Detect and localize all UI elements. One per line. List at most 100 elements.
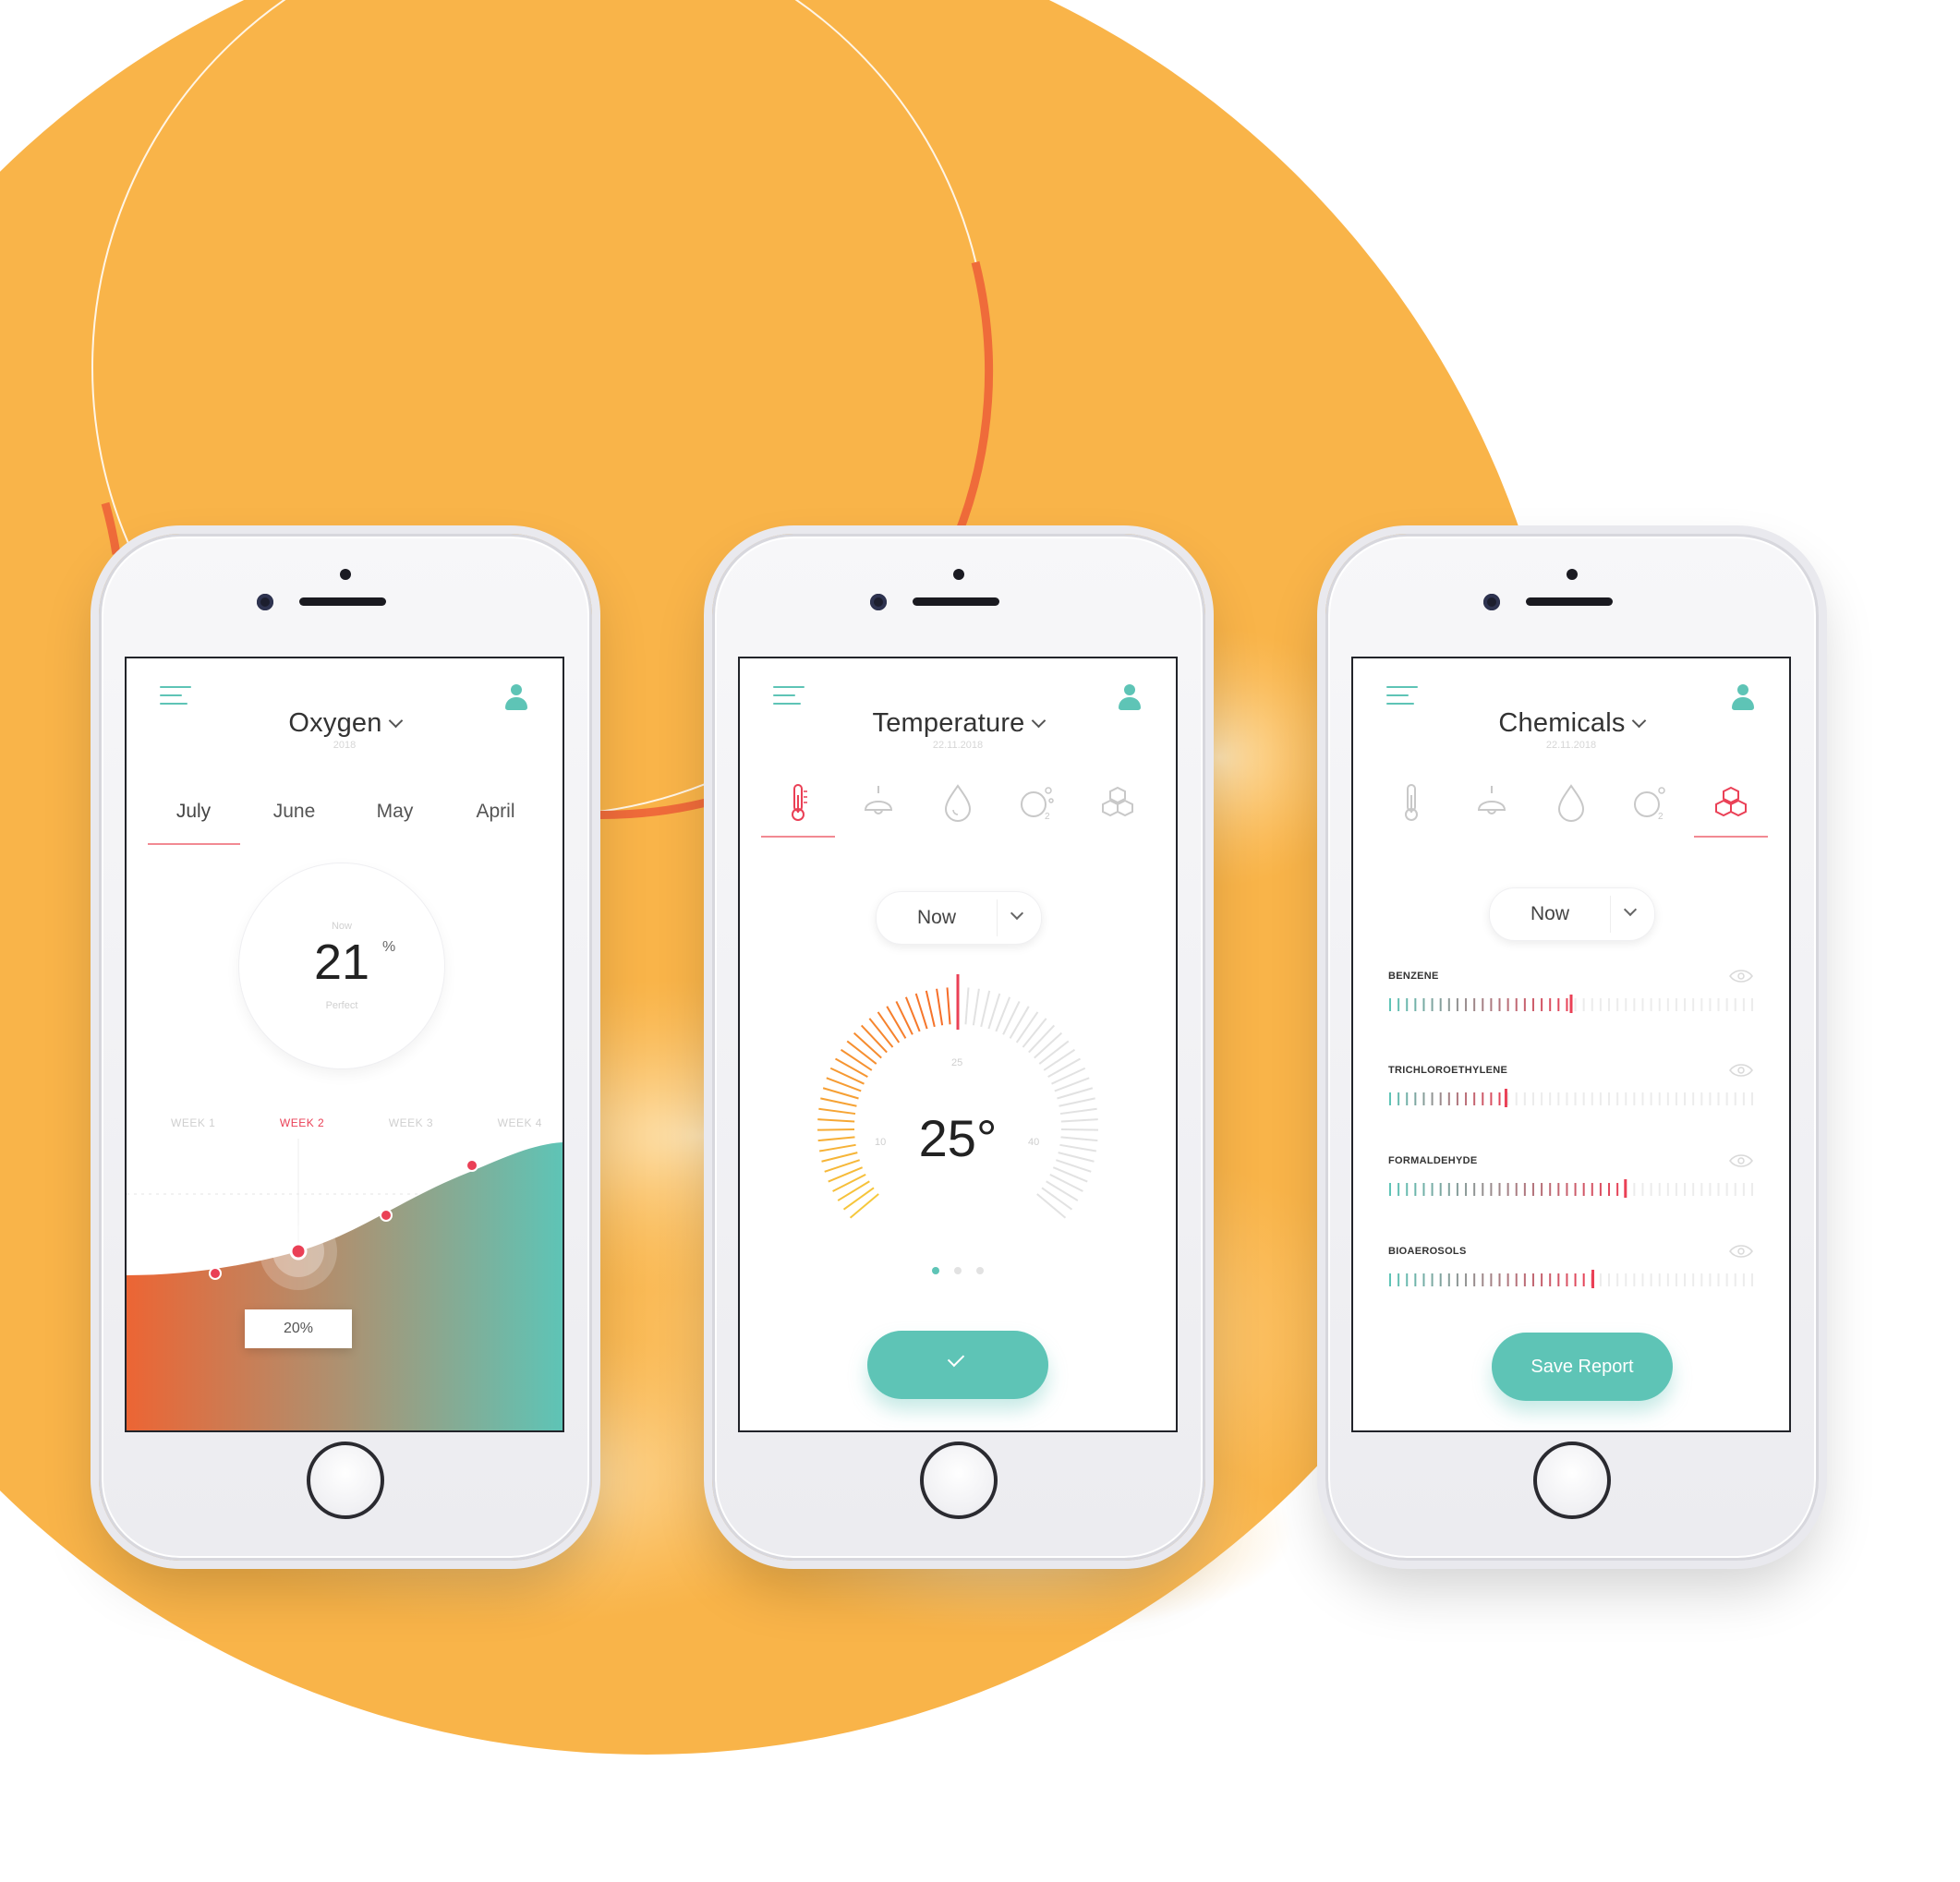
- chemical-name: FORMALDEHYDE: [1388, 1155, 1478, 1166]
- tab-week-4[interactable]: WEEK 4: [498, 1116, 542, 1129]
- chemical-name: BENZENE: [1388, 971, 1439, 982]
- dial-tick: [886, 1006, 907, 1039]
- tab-co2[interactable]: 2: [1614, 775, 1688, 838]
- dial-tick: [1034, 1031, 1063, 1059]
- thermometer-icon: [792, 784, 808, 821]
- co2-icon: 2: [1021, 787, 1055, 822]
- week-tabs: WEEK 1 WEEK 2 WEEK 3 WEEK 4: [171, 1116, 542, 1129]
- title-block: Temperature 22.11.2018: [740, 708, 1176, 751]
- eye-icon[interactable]: [1728, 1244, 1754, 1259]
- tab-co2[interactable]: 2: [1000, 775, 1074, 838]
- tab-week-2[interactable]: WEEK 2: [280, 1116, 324, 1129]
- dial-tick: [877, 1011, 901, 1044]
- chemicals-screen: Chemicals 22.11.2018 2 Now BENZENE TRICH…: [1351, 657, 1791, 1432]
- chart-point: [209, 1267, 222, 1280]
- lamp-icon: [864, 786, 892, 814]
- phone-chemicals: Chemicals 22.11.2018 2 Now BENZENE TRICH…: [1325, 534, 1819, 1561]
- dial-tick: [1036, 1193, 1067, 1219]
- humidity-drop-icon: [1557, 784, 1584, 822]
- phone-speaker: [1526, 597, 1613, 606]
- chemical-name: TRICHLOROETHYLENE: [1388, 1065, 1508, 1076]
- tab-july[interactable]: July: [147, 801, 240, 845]
- eye-icon[interactable]: [1728, 969, 1754, 983]
- chemicals-icon: [1714, 786, 1747, 817]
- humidity-drop-icon: [944, 784, 971, 822]
- confirm-button[interactable]: [867, 1331, 1048, 1399]
- svg-text:2: 2: [1045, 812, 1050, 822]
- chart-area: [127, 1142, 563, 1430]
- dial-tick: [846, 1040, 877, 1065]
- home-button[interactable]: [920, 1442, 998, 1519]
- screen-subtitle: 2018: [333, 740, 357, 751]
- chart-point: [466, 1159, 478, 1172]
- time-select[interactable]: Now: [876, 891, 1042, 945]
- home-button[interactable]: [1533, 1442, 1611, 1519]
- phone-sensor: [953, 569, 964, 580]
- chemical-row: BIOAEROSOLS: [1388, 1244, 1754, 1310]
- time-select-label: Now: [1530, 903, 1569, 924]
- tab-chemicals[interactable]: [1693, 775, 1768, 838]
- tab-june[interactable]: June: [248, 801, 341, 845]
- time-select[interactable]: Now: [1489, 887, 1655, 941]
- home-button[interactable]: [307, 1442, 384, 1519]
- dial-tick: [842, 1187, 875, 1211]
- time-select-label: Now: [916, 907, 956, 928]
- chemical-level-bar: [1389, 1270, 1753, 1288]
- dial-tick: [925, 990, 936, 1028]
- phone-speaker: [913, 597, 999, 606]
- title-block: Oxygen 2018: [127, 708, 563, 751]
- tab-week-1[interactable]: WEEK 1: [171, 1116, 215, 1129]
- tab-temperature[interactable]: [1374, 775, 1448, 838]
- tab-temperature[interactable]: [761, 775, 836, 838]
- tab-week-3[interactable]: WEEK 3: [389, 1116, 433, 1129]
- temperature-value: 25°: [918, 1109, 998, 1167]
- page-dot-3[interactable]: [976, 1267, 984, 1274]
- screen-title-dropdown[interactable]: Temperature: [740, 708, 1176, 739]
- tab-humidity[interactable]: [1534, 775, 1608, 838]
- dial-tick: [1038, 1040, 1070, 1065]
- chart-point: [380, 1209, 393, 1222]
- dial-tick: [837, 1180, 870, 1201]
- sensor-tabs: 2: [1372, 775, 1771, 839]
- dial-tick: [1057, 1087, 1094, 1100]
- save-report-button[interactable]: Save Report: [1492, 1333, 1673, 1401]
- tab-chemicals[interactable]: [1081, 775, 1155, 838]
- check-icon: [947, 1349, 965, 1368]
- chevron-down-icon: [1623, 902, 1638, 917]
- menu-icon[interactable]: [1386, 686, 1418, 706]
- tab-may[interactable]: May: [349, 801, 442, 845]
- title-block: Chemicals 22.11.2018: [1353, 708, 1789, 751]
- chemical-name: BIOAEROSOLS: [1388, 1246, 1467, 1257]
- screen-subtitle: 22.11.2018: [1545, 740, 1597, 751]
- phone-oxygen: Oxygen 2018 July June May April Now 21 %…: [99, 534, 592, 1561]
- dial-tick: [860, 1024, 888, 1054]
- front-camera: [1483, 594, 1500, 610]
- menu-icon[interactable]: [160, 686, 191, 706]
- tab-april[interactable]: April: [450, 801, 542, 845]
- page-dot-1[interactable]: [932, 1267, 939, 1274]
- page-indicator: [740, 1262, 1176, 1279]
- menu-icon[interactable]: [773, 686, 805, 706]
- screen-title-dropdown[interactable]: Chemicals: [1353, 708, 1789, 739]
- dial-tick: [1043, 1048, 1076, 1071]
- eye-icon[interactable]: [1728, 1063, 1754, 1078]
- tab-humidity[interactable]: [921, 775, 995, 838]
- co2-icon: 2: [1634, 787, 1666, 822]
- dial-tick: [936, 988, 944, 1026]
- tab-light[interactable]: [1455, 775, 1529, 838]
- page-dot-2[interactable]: [954, 1267, 962, 1274]
- oxygen-gauge: Now 21 % Perfect: [239, 863, 444, 1068]
- chevron-down-icon: [388, 713, 403, 729]
- dial-tick: [853, 1031, 882, 1059]
- chevron-down-icon: [1010, 906, 1024, 921]
- gauge-unit: %: [382, 939, 396, 955]
- dial-tick: [1009, 1006, 1030, 1039]
- eye-icon[interactable]: [1728, 1153, 1754, 1168]
- screen-title-dropdown[interactable]: Oxygen: [127, 708, 563, 739]
- thermometer-icon: [1405, 784, 1419, 821]
- lamp-icon: [1477, 786, 1506, 814]
- tab-light[interactable]: [841, 775, 915, 838]
- front-camera: [870, 594, 887, 610]
- dial-tick: [822, 1087, 859, 1100]
- dial-tick: [1041, 1187, 1073, 1211]
